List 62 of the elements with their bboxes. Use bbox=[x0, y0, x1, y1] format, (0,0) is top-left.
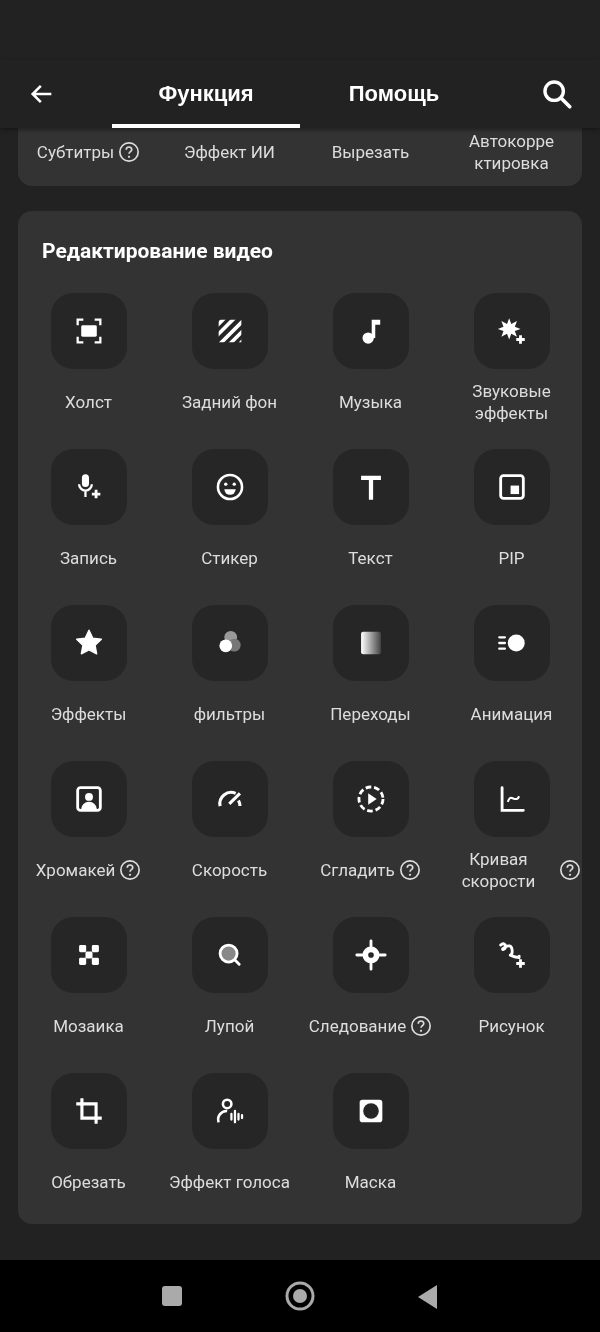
tool-label: Переходы bbox=[330, 703, 411, 725]
tool-label: Скорость bbox=[191, 859, 268, 881]
tool-label: Задний фон bbox=[181, 391, 278, 413]
tool-button[interactable] bbox=[50, 605, 127, 681]
tool-label: фильтры bbox=[193, 703, 266, 725]
help-icon[interactable] bbox=[118, 141, 141, 163]
tool-label: Обрезать bbox=[51, 1171, 126, 1193]
tool-label: Маска bbox=[344, 1171, 397, 1193]
tool-button[interactable] bbox=[50, 293, 127, 369]
tool-label[interactable]: Эффект ИИ bbox=[184, 142, 275, 162]
tool-label: Запись bbox=[59, 547, 118, 569]
crosshair-icon bbox=[353, 938, 388, 972]
tool-button[interactable] bbox=[191, 917, 268, 993]
tool-button[interactable] bbox=[50, 761, 127, 837]
tool-label[interactable]: Автокорректировка bbox=[468, 130, 555, 174]
tab[interactable]: Помощь bbox=[300, 60, 488, 128]
tool-button[interactable] bbox=[473, 605, 550, 681]
tool-button[interactable] bbox=[191, 1073, 268, 1149]
tool-button[interactable] bbox=[473, 293, 550, 369]
tool-label: Сгладить bbox=[320, 859, 395, 881]
tool-label: Следование bbox=[308, 1015, 407, 1037]
tool-button[interactable] bbox=[473, 449, 550, 525]
tool-label: Стикер bbox=[201, 547, 258, 569]
tool-label: Хромакей bbox=[35, 859, 116, 881]
tool-label: Музыка bbox=[338, 391, 403, 413]
help-icon[interactable] bbox=[558, 859, 581, 881]
tool-button[interactable] bbox=[50, 917, 127, 993]
tool-label: Звуковые эффекты bbox=[471, 380, 552, 424]
tool-label: Кривая скорости bbox=[460, 848, 537, 892]
tool-button[interactable] bbox=[191, 293, 268, 369]
tool-label: Мозаика bbox=[53, 1015, 124, 1037]
tool-button[interactable] bbox=[473, 761, 550, 837]
tool-button[interactable] bbox=[473, 917, 550, 993]
tool-button[interactable] bbox=[50, 1073, 127, 1149]
tool-button[interactable] bbox=[191, 605, 268, 681]
tool-button[interactable] bbox=[50, 449, 127, 525]
tool-label: Эффект голоса bbox=[169, 1171, 290, 1193]
tool-button[interactable] bbox=[332, 917, 409, 993]
tool-label: Эффекты bbox=[50, 703, 127, 725]
tool-label: Рисунок bbox=[478, 1015, 545, 1037]
tool-label[interactable]: Вырезать bbox=[331, 142, 410, 162]
tool-button[interactable] bbox=[332, 293, 409, 369]
section-title: Редактирование видео bbox=[42, 239, 274, 263]
back-nav-icon[interactable] bbox=[416, 1283, 440, 1309]
tool-button[interactable] bbox=[332, 761, 409, 837]
tool-label: PIP bbox=[498, 547, 525, 569]
tool-label: Анимация bbox=[470, 703, 553, 725]
tool-label: Холст bbox=[65, 391, 112, 413]
tool-button[interactable] bbox=[332, 605, 409, 681]
help-icon[interactable] bbox=[410, 1015, 433, 1037]
tool-label[interactable]: Субтитры bbox=[36, 142, 115, 162]
help-icon[interactable] bbox=[398, 859, 421, 881]
tool-button[interactable] bbox=[191, 449, 268, 525]
help-icon[interactable] bbox=[119, 859, 142, 881]
tool-button[interactable] bbox=[191, 761, 268, 837]
search-icon[interactable] bbox=[540, 77, 574, 111]
tool-button[interactable] bbox=[332, 1073, 409, 1149]
square-nav-icon[interactable] bbox=[160, 1284, 184, 1308]
tool-button[interactable] bbox=[332, 449, 409, 525]
home-nav-icon[interactable] bbox=[284, 1280, 316, 1312]
tool-label: Лупой bbox=[204, 1015, 255, 1037]
tool-label: Текст bbox=[348, 547, 393, 569]
